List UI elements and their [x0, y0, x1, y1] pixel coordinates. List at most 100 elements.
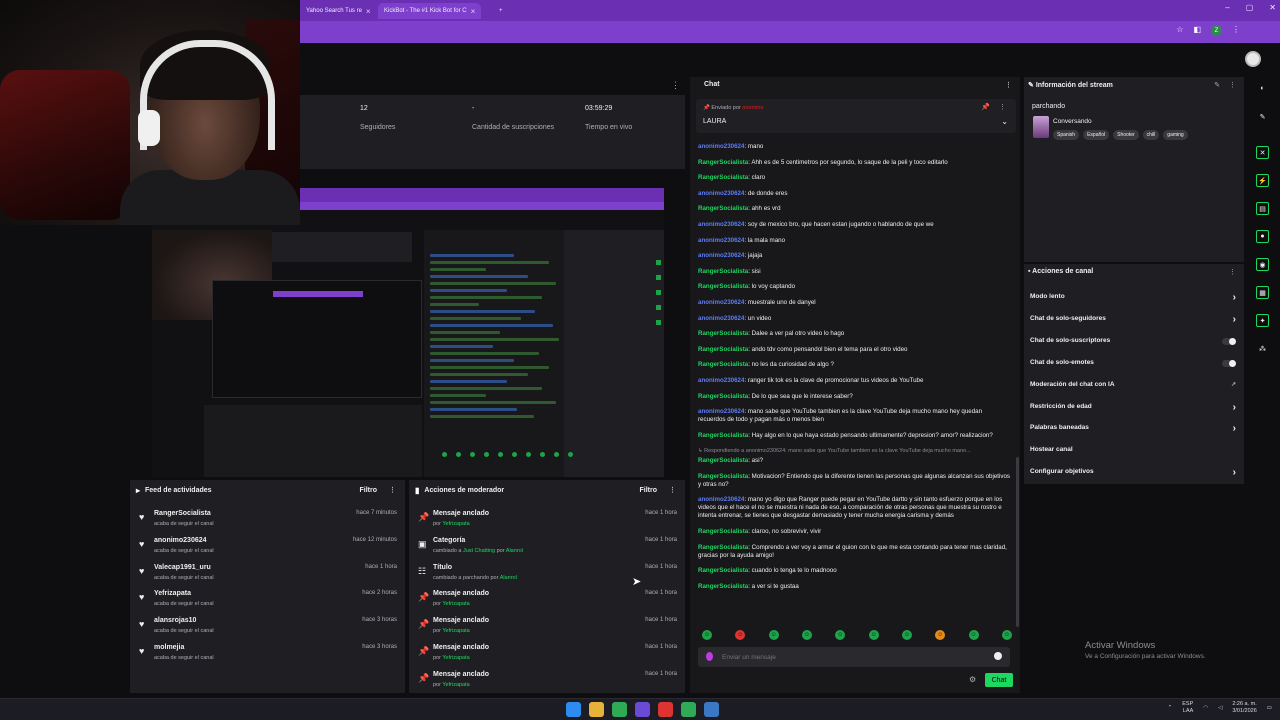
steam-icon[interactable]: [704, 702, 719, 717]
chat-username[interactable]: RangerSocialista: [698, 205, 748, 212]
chat-input-box[interactable]: [698, 647, 1010, 667]
close-window-icon[interactable]: ✕: [1269, 3, 1276, 12]
chat-username[interactable]: RangerSocialista: [698, 159, 748, 166]
chat-username[interactable]: RangerSocialista: [698, 528, 748, 535]
emote-icon[interactable]: ☺: [801, 630, 812, 640]
feed-filter-button[interactable]: Filtro: [360, 487, 378, 494]
chat-settings-gear-icon[interactable]: ⚙: [969, 675, 976, 684]
app-icon[interactable]: [658, 702, 673, 717]
chat-username[interactable]: RangerSocialista: [698, 432, 748, 439]
chevron-right-icon[interactable]: ›: [1233, 423, 1236, 434]
chat-message-input[interactable]: [722, 651, 972, 663]
chat-username[interactable]: anonimo230624: [698, 408, 744, 415]
toggle-switch[interactable]: [1222, 359, 1236, 367]
chat-username[interactable]: anonimo230624: [698, 252, 744, 259]
broadcast-icon[interactable]: ◉: [1256, 258, 1269, 271]
tag[interactable]: Español: [1083, 130, 1110, 140]
activity-item[interactable]: ♥ alansrojas10 acaba de seguir el canal hac…: [130, 617, 405, 643]
channel-action-item[interactable]: Modo lento ›: [1030, 292, 1240, 307]
chat-send-button[interactable]: Chat: [985, 673, 1013, 687]
chat-username[interactable]: anonimo230624: [698, 496, 744, 503]
activity-user[interactable]: RangerSocialista: [154, 510, 211, 517]
activity-item[interactable]: ♥ RangerSocialista acaba de seguir el cana…: [130, 510, 405, 536]
star-icon[interactable]: ☆: [1176, 25, 1183, 36]
edit-icon[interactable]: ✎: [1256, 110, 1269, 123]
chat-username[interactable]: RangerSocialista: [698, 457, 748, 464]
edit-icon[interactable]: ✎: [1214, 81, 1220, 89]
minimize-icon[interactable]: –: [1225, 3, 1229, 12]
activity-user[interactable]: alansrojas10: [154, 617, 196, 624]
mod-action-highlight[interactable]: Just Chatting: [463, 548, 495, 554]
unpin-icon[interactable]: 📌: [981, 103, 990, 111]
emoji-picker-icon[interactable]: [994, 652, 1002, 660]
chat-username[interactable]: RangerSocialista: [698, 268, 748, 275]
chat-username[interactable]: anonimo230624: [698, 221, 744, 228]
emote-icon[interactable]: ☺: [835, 630, 846, 640]
chat-bubble-icon[interactable]: ●: [1256, 230, 1269, 243]
mod-action-highlight[interactable]: Yefrizapata: [442, 682, 469, 688]
activity-user[interactable]: Valecap1991_uru: [154, 564, 211, 571]
channel-action-item[interactable]: Configurar objetivos ›: [1030, 467, 1240, 482]
activity-item[interactable]: ♥ Yefrizapata acaba de seguir el canal hace…: [130, 590, 405, 616]
tag[interactable]: Shooter: [1113, 130, 1139, 140]
chat-username[interactable]: RangerSocialista: [698, 583, 748, 590]
chat-username[interactable]: RangerSocialista: [698, 473, 748, 480]
chat-username[interactable]: anonimo230624: [698, 237, 744, 244]
external-link-icon[interactable]: ↗: [1231, 381, 1236, 388]
stats-menu-icon[interactable]: ⋮: [671, 80, 680, 91]
activity-item[interactable]: ♥ anonimo230624 acaba de seguir el canal ha…: [130, 537, 405, 563]
start-menu-icon[interactable]: [566, 702, 581, 717]
chrome-icon[interactable]: [612, 702, 627, 717]
chevron-right-icon[interactable]: ›: [1233, 314, 1236, 325]
mod-filter-button[interactable]: Filtro: [640, 487, 658, 494]
channel-action-item[interactable]: Hostear canal: [1030, 446, 1240, 460]
chat-username[interactable]: RangerSocialista: [698, 544, 748, 551]
close-tab-icon[interactable]: ×: [366, 7, 371, 16]
emote-icon[interactable]: ☺: [702, 630, 712, 640]
chat-username[interactable]: RangerSocialista: [698, 330, 748, 337]
notification-icon[interactable]: ▭: [1267, 705, 1272, 711]
chat-username[interactable]: RangerSocialista: [698, 174, 748, 181]
chat-username[interactable]: RangerSocialista: [698, 567, 748, 574]
channel-action-item[interactable]: Palabras baneadas ›: [1030, 423, 1240, 438]
tag[interactable]: Spanish: [1053, 130, 1080, 140]
channel-action-item[interactable]: Restricción de edad ›: [1030, 402, 1240, 417]
chat-username[interactable]: anonimo230624: [698, 315, 744, 322]
emote-icon[interactable]: ☺: [901, 630, 912, 640]
activity-user[interactable]: anonimo230624: [154, 537, 207, 544]
clipboard-icon[interactable]: ▤: [1256, 202, 1269, 215]
hide-icon[interactable]: ◐: [1256, 82, 1269, 95]
emote-icon[interactable]: ☺: [1001, 630, 1012, 640]
channel-action-item[interactable]: Chat de solo-suscriptores: [1030, 337, 1240, 351]
chat-username[interactable]: RangerSocialista: [698, 283, 748, 290]
chat-username[interactable]: RangerSocialista: [698, 361, 748, 368]
info-menu-icon[interactable]: ⋮: [1229, 81, 1236, 89]
channel-action-item[interactable]: Chat de solo-emotes: [1030, 359, 1240, 373]
emote-icon[interactable]: ☺: [768, 630, 779, 640]
mod-action-moderator[interactable]: Alanrol: [500, 575, 517, 581]
toggle-switch[interactable]: [1222, 337, 1236, 345]
chat-username[interactable]: anonimo230624: [698, 190, 744, 197]
wrench-icon[interactable]: ✦: [1256, 314, 1269, 327]
emote-icon[interactable]: ☺: [935, 630, 946, 640]
tab-yahoo-search[interactable]: Yahoo Search Tus re ×: [300, 3, 377, 19]
profile-avatar[interactable]: Z: [1211, 25, 1222, 36]
file-explorer-icon[interactable]: [589, 702, 604, 717]
clock[interactable]: 2:26 a. m. 3/01/2026: [1232, 701, 1256, 715]
chrome-active-icon[interactable]: [681, 702, 696, 717]
chat-username[interactable]: RangerSocialista: [698, 346, 748, 353]
chevron-right-icon[interactable]: ›: [1233, 467, 1236, 478]
emote-icon[interactable]: ☺: [868, 630, 879, 640]
actions-menu-icon[interactable]: ⋮: [1229, 268, 1236, 276]
maximize-icon[interactable]: ▢: [1246, 3, 1254, 12]
lightning-icon[interactable]: ⚡: [1256, 174, 1269, 187]
chat-scrollbar[interactable]: [1016, 457, 1019, 627]
mod-tools-icon[interactable]: ✕: [1256, 146, 1269, 159]
mod-action-highlight[interactable]: Yefrizapata: [442, 521, 469, 527]
feed-menu-icon[interactable]: ⋮: [389, 486, 396, 494]
channel-action-item[interactable]: Moderación del chat con IA ↗: [1030, 381, 1240, 395]
chat-username[interactable]: anonimo230624: [698, 143, 744, 150]
mod-action-moderator[interactable]: Alanrol: [506, 548, 523, 554]
chat-username[interactable]: anonimo230624: [698, 377, 744, 384]
chevron-right-icon[interactable]: ›: [1233, 402, 1236, 413]
